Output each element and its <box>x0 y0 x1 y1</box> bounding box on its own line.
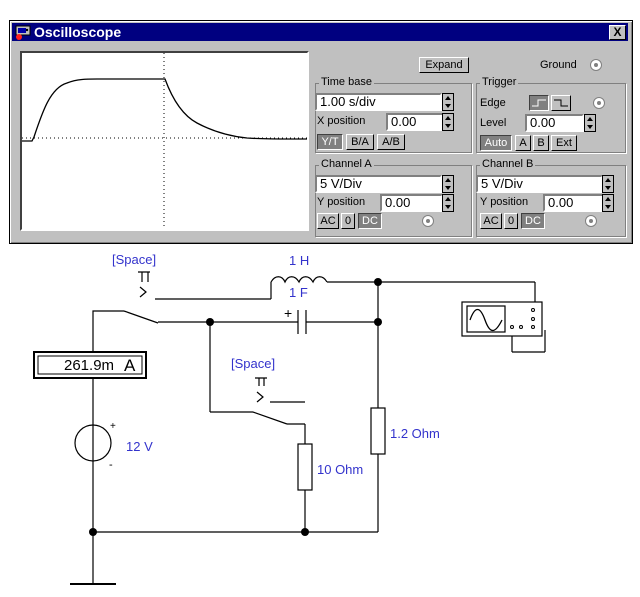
capacitor-polarity: + <box>284 305 292 321</box>
junction-dot <box>374 278 382 286</box>
switch-1[interactable] <box>123 271 271 324</box>
inductor[interactable] <box>270 276 378 299</box>
ammeter-reading: 261.9m <box>64 357 114 374</box>
source-voltage-label: 12 V <box>126 439 153 454</box>
capacitor[interactable] <box>210 310 378 334</box>
junction-dot <box>301 528 309 536</box>
ammeter[interactable]: 261.9m A <box>33 351 147 379</box>
source-minus-sign: - <box>109 459 113 471</box>
resistor-1-2-ohm-label: 1.2 Ohm <box>390 426 440 441</box>
source-plus-sign: + <box>110 421 116 432</box>
resistor-10-ohm[interactable] <box>297 443 313 491</box>
junction-dot <box>374 318 382 326</box>
switch-2[interactable] <box>252 377 305 425</box>
junction-dot <box>206 318 214 326</box>
resistor-1-2-ohm[interactable] <box>370 407 386 455</box>
junction-dot <box>89 528 97 536</box>
resistor-10-ohm-label: 10 Ohm <box>317 462 363 477</box>
inductor-label: 1 H <box>289 253 309 268</box>
circuit-schematic: 261.9m A [Space] [Space] 1 H 1 F + 12 V … <box>33 252 546 585</box>
switch-2-label: [Space] <box>231 356 275 371</box>
oscilloscope-instrument-icon[interactable] <box>461 301 543 337</box>
ammeter-unit: A <box>124 356 136 375</box>
capacitor-label: 1 F <box>289 285 308 300</box>
switch-1-label: [Space] <box>112 252 156 267</box>
